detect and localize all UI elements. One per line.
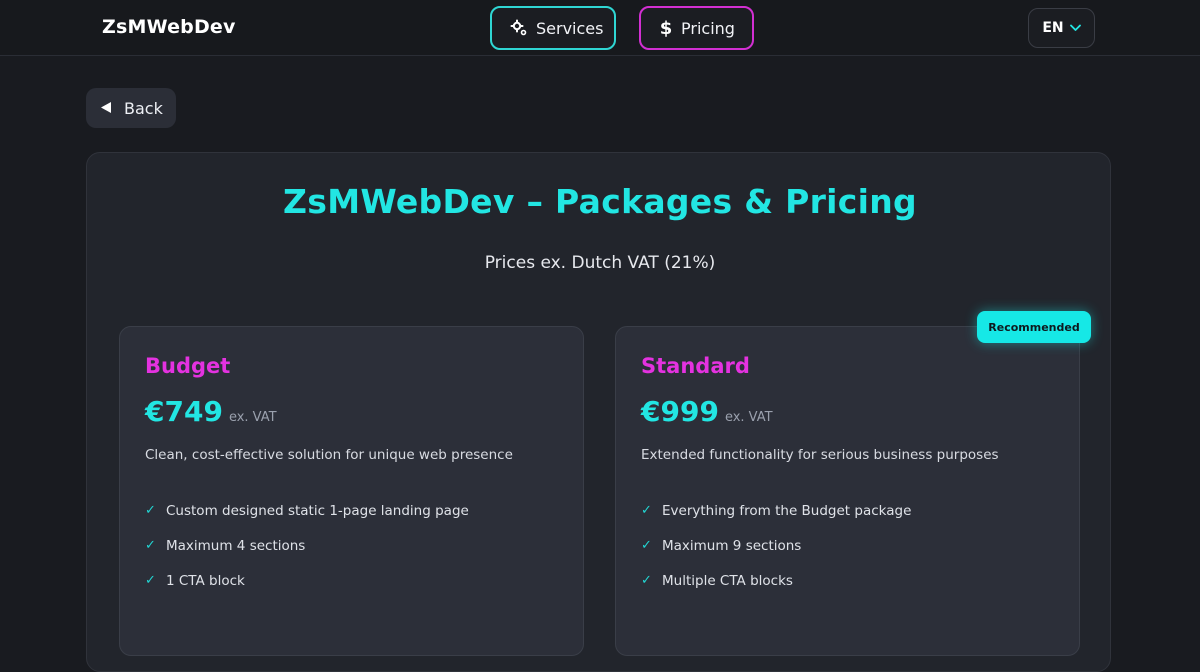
package-card-standard: Standard €999 ex. VAT Extended functiona… xyxy=(615,326,1080,656)
feature-text: Maximum 9 sections xyxy=(662,537,802,554)
recommended-badge: Recommended xyxy=(977,311,1091,343)
feature-text: Everything from the Budget package xyxy=(662,502,912,519)
check-icon: ✓ xyxy=(641,573,652,588)
price-row: €999 ex. VAT xyxy=(641,395,773,428)
check-icon: ✓ xyxy=(641,538,652,553)
feature-list: ✓ Custom designed static 1-page landing … xyxy=(145,493,469,598)
package-card-budget: Budget €749 ex. VAT Clean, cost-effectiv… xyxy=(119,326,584,656)
language-label: EN xyxy=(1042,20,1064,36)
feature-item: ✓ Everything from the Budget package xyxy=(641,493,911,528)
package-name: Budget xyxy=(145,354,231,378)
check-icon: ✓ xyxy=(145,503,156,518)
package-description: Clean, cost-effective solution for uniqu… xyxy=(145,447,513,463)
dollar-icon: $ xyxy=(659,18,673,38)
back-arrow-icon xyxy=(100,99,112,118)
page-title: ZsMWebDev – Packages & Pricing xyxy=(283,182,917,221)
vat-note: Prices ex. Dutch VAT (21%) xyxy=(484,253,716,273)
package-price: €749 xyxy=(145,395,223,428)
price-vat-note: ex. VAT xyxy=(724,410,773,425)
package-name: Standard xyxy=(641,354,750,378)
feature-text: Multiple CTA blocks xyxy=(662,572,793,589)
feature-text: Custom designed static 1-page landing pa… xyxy=(166,502,469,519)
language-selector[interactable]: EN xyxy=(1028,8,1095,48)
package-price: €999 xyxy=(641,395,719,428)
feature-text: Maximum 4 sections xyxy=(166,537,306,554)
nav-pricing-button[interactable]: $ Pricing xyxy=(639,6,754,50)
back-button[interactable]: Back xyxy=(86,88,176,128)
top-navigation-bar: ZsMWebDev Services $ Pricing EN xyxy=(0,0,1200,56)
feature-item: ✓ Multiple CTA blocks xyxy=(641,563,911,598)
feature-item: ✓ Maximum 4 sections xyxy=(145,528,469,563)
check-icon: ✓ xyxy=(641,503,652,518)
chevron-down-icon xyxy=(1069,20,1081,36)
feature-list: ✓ Everything from the Budget package ✓ M… xyxy=(641,493,911,598)
price-row: €749 ex. VAT xyxy=(145,395,277,428)
gears-icon xyxy=(510,19,528,37)
check-icon: ✓ xyxy=(145,573,156,588)
feature-text: 1 CTA block xyxy=(166,572,245,589)
back-label: Back xyxy=(124,98,163,118)
nav-services-button[interactable]: Services xyxy=(490,6,616,50)
nav-pricing-label: Pricing xyxy=(681,18,735,38)
price-vat-note: ex. VAT xyxy=(228,410,277,425)
brand-logo-text[interactable]: ZsMWebDev xyxy=(102,16,236,38)
feature-item: ✓ Custom designed static 1-page landing … xyxy=(145,493,469,528)
feature-item: ✓ Maximum 9 sections xyxy=(641,528,911,563)
package-description: Extended functionality for serious busin… xyxy=(641,447,999,463)
check-icon: ✓ xyxy=(145,538,156,553)
svg-text:$: $ xyxy=(660,18,673,38)
feature-item: ✓ 1 CTA block xyxy=(145,563,469,598)
nav-services-label: Services xyxy=(536,18,604,38)
